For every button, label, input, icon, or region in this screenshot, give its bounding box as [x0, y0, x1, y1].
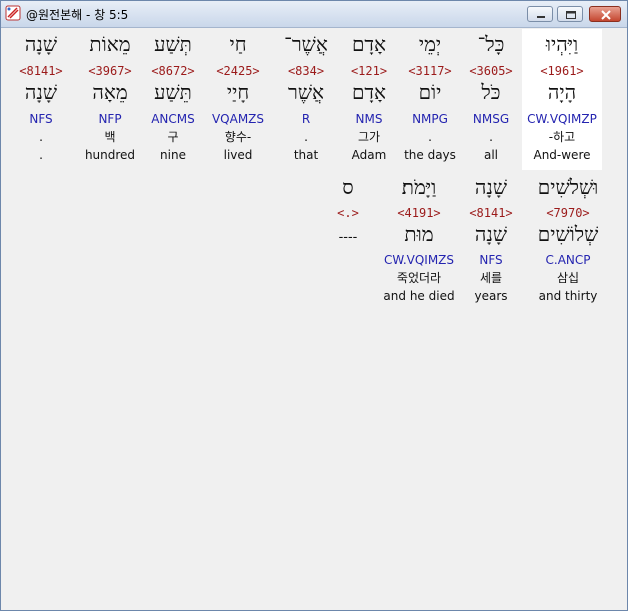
- minimize-button[interactable]: [527, 6, 553, 22]
- close-icon: [601, 10, 611, 20]
- strong-number[interactable]: <8141>: [8, 64, 74, 78]
- hebrew-word: אֲשֶׁר־: [284, 32, 328, 56]
- minimize-icon: [537, 16, 545, 18]
- maximize-button[interactable]: [557, 6, 583, 22]
- english-gloss: .: [39, 148, 43, 162]
- morphology-code: NFS: [29, 112, 53, 126]
- english-gloss: hundred: [84, 148, 136, 162]
- morphology-code: C.ANCP: [545, 253, 591, 267]
- hebrew-word: מֵאוֹת: [89, 32, 131, 56]
- strong-number[interactable]: <3967>: [70, 64, 150, 78]
- strong-number[interactable]: <.>: [320, 206, 376, 220]
- hebrew-lemma: שְׁלוֹשִׁים: [537, 222, 599, 246]
- korean-gloss: .: [304, 130, 308, 144]
- morphology-code: NFS: [479, 253, 503, 267]
- word-column[interactable]: שָׁנָה <8141> שָׁנָה NFS . .: [8, 29, 74, 170]
- bible-app-icon: [5, 5, 21, 21]
- hebrew-word: ס: [342, 175, 354, 199]
- english-gloss: years: [474, 289, 508, 303]
- strong-number[interactable]: <7970>: [523, 206, 613, 220]
- strong-number[interactable]: <4191>: [375, 206, 463, 220]
- hebrew-lemma: מוּת: [404, 222, 434, 246]
- word-column[interactable]: וַיָּמֹת׃ <4191> מוּת CW.VQIMZS 죽었더라 and…: [375, 172, 463, 312]
- word-column[interactable]: ס <.> ----: [320, 172, 376, 312]
- window-title: @원전본해 - 창 5:5: [26, 8, 129, 22]
- english-gloss: And-were: [533, 148, 591, 162]
- morphology-code: NFP: [98, 112, 122, 126]
- interlinear-window: @원전본해 - 창 5:5 וַיִּהְיוּ <1961> הָיָה CW…: [0, 0, 628, 611]
- word-column[interactable]: מֵאוֹת <3967> מֵאָה NFP 백 hundred: [70, 29, 150, 170]
- morphology-code: R: [301, 112, 311, 126]
- interlinear-content: וַיִּהְיוּ <1961> הָיָה CW.VQIMZP -하고 An…: [8, 29, 620, 602]
- strong-number[interactable]: <1961>: [522, 64, 602, 78]
- strong-number[interactable]: <8141>: [451, 206, 531, 220]
- word-column[interactable]: וַיִּהְיוּ <1961> הָיָה CW.VQIMZP -하고 An…: [522, 29, 602, 170]
- hebrew-lemma: מֵאָה: [92, 80, 128, 104]
- word-column[interactable]: וּשְׁלֹשִׁים <7970> שְׁלוֹשִׁים C.ANCP 삼…: [523, 172, 613, 312]
- hebrew-lemma: ----: [338, 230, 358, 245]
- close-button[interactable]: [589, 6, 621, 22]
- maximize-icon: [566, 11, 576, 19]
- english-gloss: and he died: [383, 289, 455, 303]
- english-gloss: and thirty: [538, 289, 598, 303]
- hebrew-lemma: שָׁנָה: [24, 80, 58, 104]
- korean-gloss: 백: [104, 130, 116, 144]
- word-column[interactable]: אֲשֶׁר־ <834> אֲשֶׁר R . that: [266, 29, 346, 170]
- hebrew-word: וּשְׁלֹשִׁים: [537, 175, 599, 199]
- korean-gloss: 죽었더라: [396, 271, 442, 285]
- korean-gloss: .: [39, 130, 43, 144]
- hebrew-lemma: שָׁנָה: [474, 222, 508, 246]
- english-gloss: that: [293, 148, 319, 162]
- korean-gloss: 삼십: [556, 271, 580, 285]
- strong-number[interactable]: <834>: [266, 64, 346, 78]
- hebrew-word: שָׁנָה: [474, 175, 508, 199]
- hebrew-lemma: הָיָה: [547, 80, 577, 104]
- hebrew-word: וַיִּהְיוּ: [545, 32, 579, 56]
- morphology-code: CW.VQIMZS: [383, 253, 455, 267]
- word-column[interactable]: שָׁנָה <8141> שָׁנָה NFS 세를 years: [451, 172, 531, 312]
- korean-gloss: 세를: [479, 271, 503, 285]
- title-bar[interactable]: @원전본해 - 창 5:5: [1, 1, 627, 28]
- morphology-code: CW.VQIMZP: [527, 112, 597, 126]
- hebrew-word: וַיָּמֹת׃: [401, 175, 437, 199]
- hebrew-lemma: אֲשֶׁר: [288, 80, 324, 104]
- hebrew-word: שָׁנָה: [24, 32, 58, 56]
- korean-gloss: -하고: [548, 130, 576, 144]
